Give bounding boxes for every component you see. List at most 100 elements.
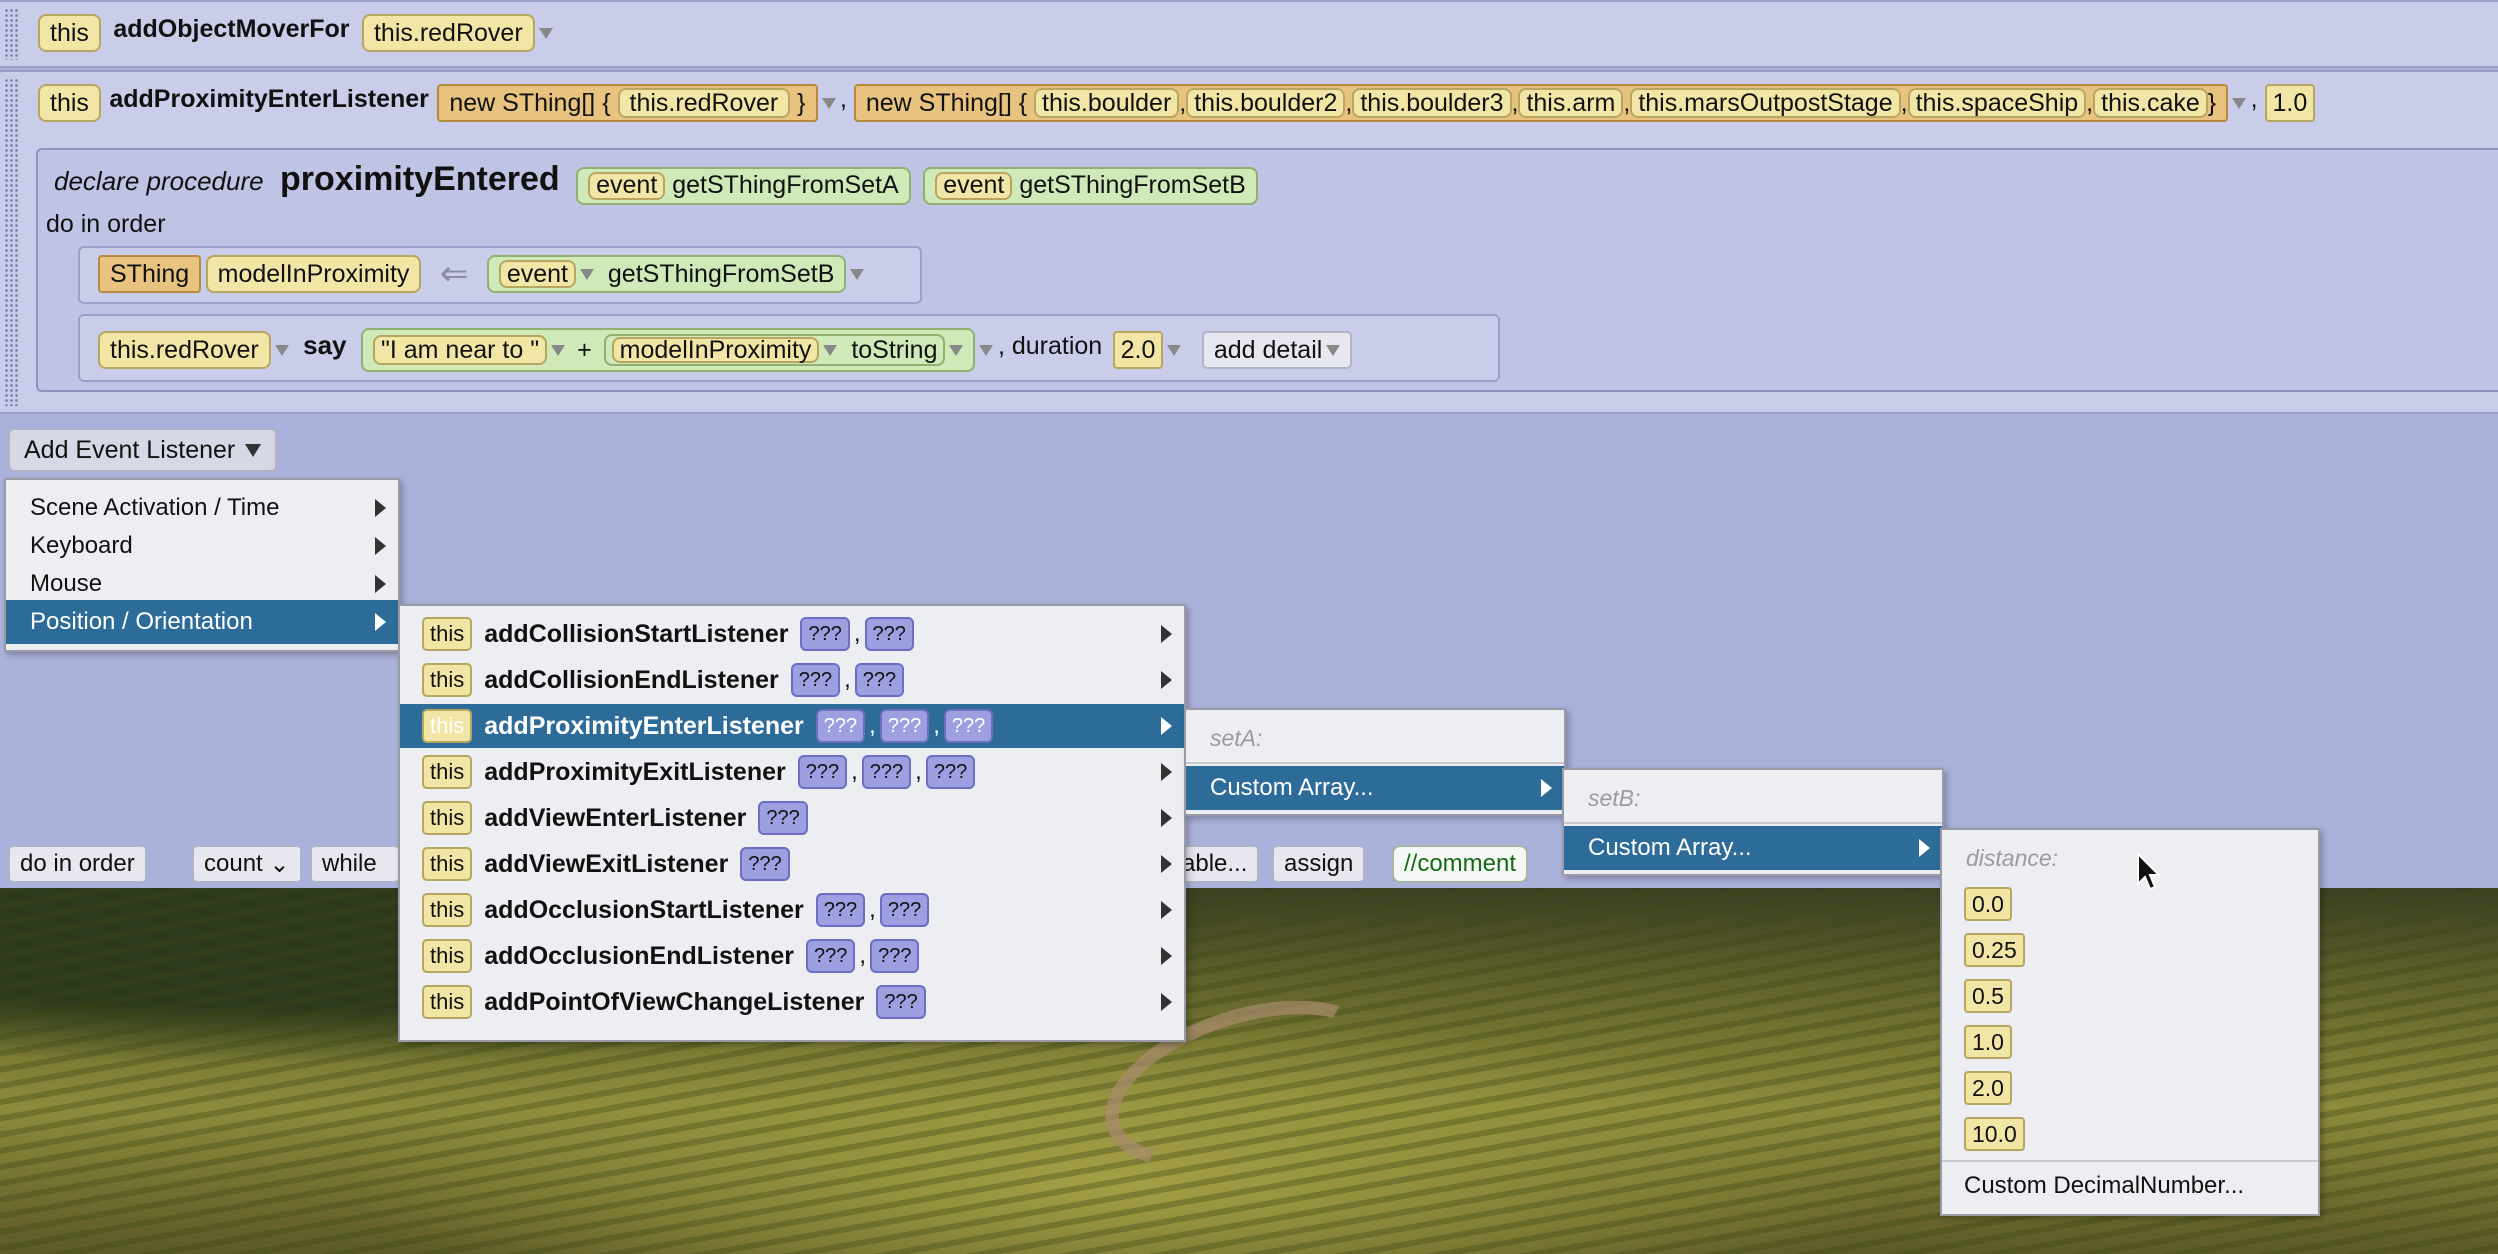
method-name: addObjectMoverFor xyxy=(113,15,350,44)
variable-tile[interactable]: modelInProximity xyxy=(205,255,422,293)
submenu-arrow-icon xyxy=(1919,839,1930,857)
method-name: addViewExitListener xyxy=(484,849,729,878)
this-tile[interactable]: this xyxy=(38,84,101,122)
menu-item-addViewEnterListener[interactable]: this addViewEnterListener??? xyxy=(400,796,1184,840)
procedure-name: proximityEntered xyxy=(280,160,560,198)
setB-item[interactable]: this.cake xyxy=(2093,88,2208,118)
submenu-arrow-icon xyxy=(1161,763,1172,781)
array-close: } xyxy=(2207,88,2217,117)
param-tile[interactable]: event getSThingFromSetB xyxy=(923,166,1258,205)
menu-item-addPointOfViewChangeListener[interactable]: this addPointOfViewChangeListener??? xyxy=(400,980,1184,1024)
this-chip: this xyxy=(422,617,473,651)
event-chip: event xyxy=(498,260,576,288)
event-chip: event xyxy=(935,171,1013,200)
string-literal[interactable]: "I am near to " xyxy=(372,335,548,365)
this-tile[interactable]: this xyxy=(38,14,101,52)
placeholder-arg: ??? xyxy=(864,617,914,651)
drag-handle[interactable] xyxy=(4,78,18,406)
palette-count[interactable]: count ⌄ xyxy=(192,845,302,883)
mouse-cursor-icon xyxy=(2137,852,2162,891)
chevron-down-icon[interactable] xyxy=(821,97,836,109)
submenu-arrow-icon xyxy=(375,537,386,555)
arg-tile[interactable]: this.redRover xyxy=(361,14,535,52)
palette-assign[interactable]: assign xyxy=(1272,845,1366,883)
assign-arrow-icon: ⇐ xyxy=(439,255,469,293)
method-name: addProximityEnterListener xyxy=(484,711,804,740)
duration-tile[interactable]: 2.0 xyxy=(1112,331,1164,369)
distance-option[interactable]: 2.0 xyxy=(1942,1066,2318,1110)
method-name: addProximityEnterListener xyxy=(109,85,429,114)
setA-item[interactable]: this.redRover xyxy=(617,88,791,118)
menu-item-addViewExitListener[interactable]: this addViewExitListener??? xyxy=(400,842,1184,886)
drag-handle[interactable] xyxy=(4,8,18,60)
setB-item[interactable]: this.marsOutpostStage xyxy=(1630,88,1901,118)
menu-item-addOcclusionStartListener[interactable]: this addOcclusionStartListener???,??? xyxy=(400,888,1184,932)
setA-header: setA: xyxy=(1210,724,1263,751)
distance-option[interactable]: 0.0 xyxy=(1942,882,2318,926)
event-getter-tile[interactable]: event getSThingFromSetB xyxy=(486,255,847,293)
this-chip: this xyxy=(422,663,473,697)
param-name: getSThingFromSetB xyxy=(1019,171,1246,200)
setB-item[interactable]: this.boulder3 xyxy=(1352,88,1512,118)
setB-item[interactable]: this.boulder xyxy=(1034,88,1180,118)
submenu-arrow-icon xyxy=(1161,625,1172,643)
distance-option[interactable]: 0.25 xyxy=(1942,928,2318,972)
method-name: addViewEnterListener xyxy=(484,803,747,832)
setA-array-tile[interactable]: new SThing[] { this.redRover } xyxy=(437,84,818,122)
palette-do-in-order[interactable]: do in order xyxy=(8,845,147,883)
say-label: say xyxy=(303,330,347,361)
menu-item-addOcclusionEndListener[interactable]: this addOcclusionEndListener???,??? xyxy=(400,934,1184,978)
chevron-down-icon[interactable] xyxy=(538,27,553,39)
menu-item-addProximityExitListener[interactable]: this addProximityExitListener???,???,??? xyxy=(400,750,1184,794)
chevron-down-icon[interactable] xyxy=(2232,97,2247,109)
setB-item[interactable]: this.spaceShip xyxy=(1907,88,2087,118)
statement-add-object-mover[interactable]: this addObjectMoverFor this.redRover xyxy=(0,0,2498,68)
chevron-down-icon[interactable] xyxy=(850,268,865,280)
setB-item[interactable]: this.arm xyxy=(1518,88,1624,118)
palette-while[interactable]: while xyxy=(310,845,400,883)
placeholder-arg: ??? xyxy=(854,663,905,697)
statement-add-proximity-enter-listener[interactable]: this addProximityEnterListener new SThin… xyxy=(0,70,2498,414)
placeholder-arg: ??? xyxy=(797,755,848,789)
add-detail-button[interactable]: add detail xyxy=(1201,331,1353,369)
say-statement[interactable]: this.redRover say "I am near to " + mode… xyxy=(78,314,1500,382)
method-name: addCollisionStartListener xyxy=(484,619,789,648)
custom-decimal-number[interactable]: Custom DecimalNumber... xyxy=(1942,1164,2318,1208)
distance-menu: distance: 0.0 0.25 0.5 1.0 2.0 10.0 Cust… xyxy=(1940,828,2320,1216)
setB-header: setB: xyxy=(1588,784,1641,811)
menu-item-addCollisionStartListener[interactable]: this addCollisionStartListener???,??? xyxy=(400,612,1184,656)
submenu-arrow-icon xyxy=(1161,671,1172,689)
target-tile[interactable]: this.redRover xyxy=(98,331,271,369)
distance-option[interactable]: 0.5 xyxy=(1942,974,2318,1018)
chevron-down-icon[interactable] xyxy=(979,344,994,356)
distance-tile[interactable]: 1.0 xyxy=(2264,84,2316,122)
param-tile[interactable]: event getSThingFromSetA xyxy=(576,166,911,205)
distance-option[interactable]: 1.0 xyxy=(1942,1020,2318,1064)
getter-name: getSThingFromSetB xyxy=(607,259,835,288)
plus-operator: + xyxy=(577,335,592,364)
submenu-arrow-icon xyxy=(1161,809,1172,827)
menu-item-addProximityEnterListener[interactable]: this addProximityEnterListener???,???,??? xyxy=(400,704,1184,748)
add-event-listener-button[interactable]: Add Event Listener xyxy=(8,428,278,472)
setB-item[interactable]: this.boulder2 xyxy=(1186,88,1346,118)
menu-item-addCollisionEndListener[interactable]: this addCollisionEndListener???,??? xyxy=(400,658,1184,702)
submenu-arrow-icon xyxy=(1161,717,1172,735)
placeholder-arg: ??? xyxy=(943,709,994,743)
tostring-tile[interactable]: modelInProximity toString xyxy=(603,334,946,366)
tostring-label: toString xyxy=(851,335,938,364)
distance-option[interactable]: 10.0 xyxy=(1942,1112,2318,1156)
this-chip: this xyxy=(422,939,473,973)
menu-item-position-orientation[interactable]: Position / Orientation xyxy=(6,600,398,644)
setB-array-tile[interactable]: new SThing[] { this.boulder, this.boulde… xyxy=(853,84,2229,122)
palette-comment[interactable]: //comment xyxy=(1392,845,1529,883)
placeholder-arg: ??? xyxy=(815,893,866,927)
string-concat-tile[interactable]: "I am near to " + modelInProximity toStr… xyxy=(360,328,976,372)
setA-custom-array[interactable]: Custom Array... xyxy=(1186,766,1564,810)
type-tile[interactable]: SThing xyxy=(98,255,202,293)
submenu-arrow-icon xyxy=(1541,779,1552,797)
setB-custom-array[interactable]: Custom Array... xyxy=(1564,826,1942,870)
event-category-menu: Scene Activation / Time Keyboard Mouse P… xyxy=(4,478,400,652)
chevron-down-icon xyxy=(245,443,262,457)
local-variable-statement[interactable]: SThing modelInProximity ⇐ event getSThin… xyxy=(78,246,922,304)
variable-tile[interactable]: modelInProximity xyxy=(611,336,820,364)
